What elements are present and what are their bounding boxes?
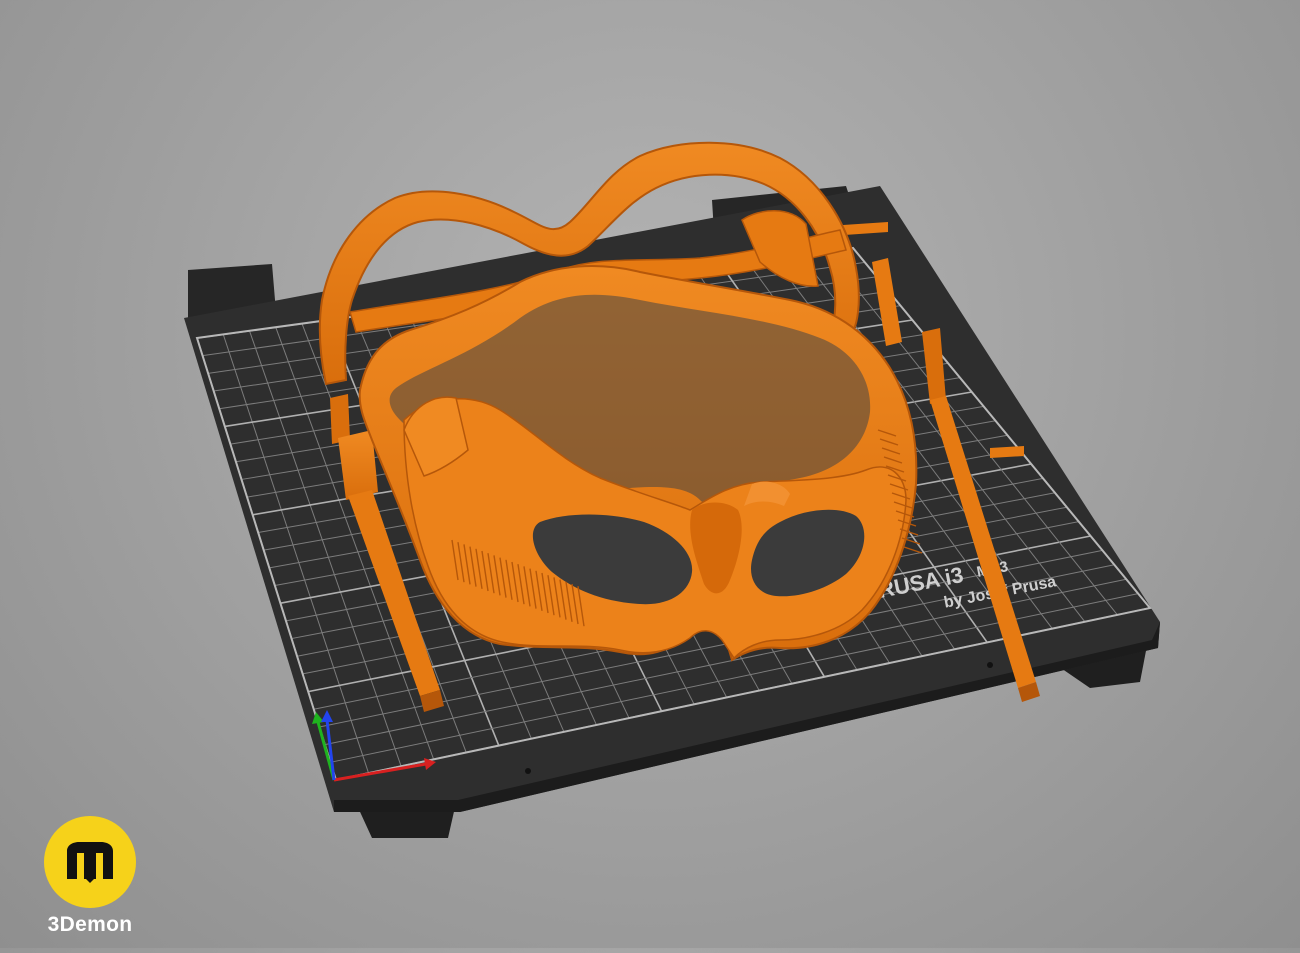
logo-glyph: [67, 842, 113, 883]
3d-viewport[interactable]: RUSA i3 MK3 by Josef Prusa: [0, 0, 1300, 948]
3demon-logo-icon: [44, 816, 136, 908]
watermark-name: 3Demon: [47, 913, 133, 936]
bed-hole: [525, 768, 531, 774]
bed-hole: [987, 662, 993, 668]
scene-svg: RUSA i3 MK3 by Josef Prusa: [184, 141, 1160, 838]
